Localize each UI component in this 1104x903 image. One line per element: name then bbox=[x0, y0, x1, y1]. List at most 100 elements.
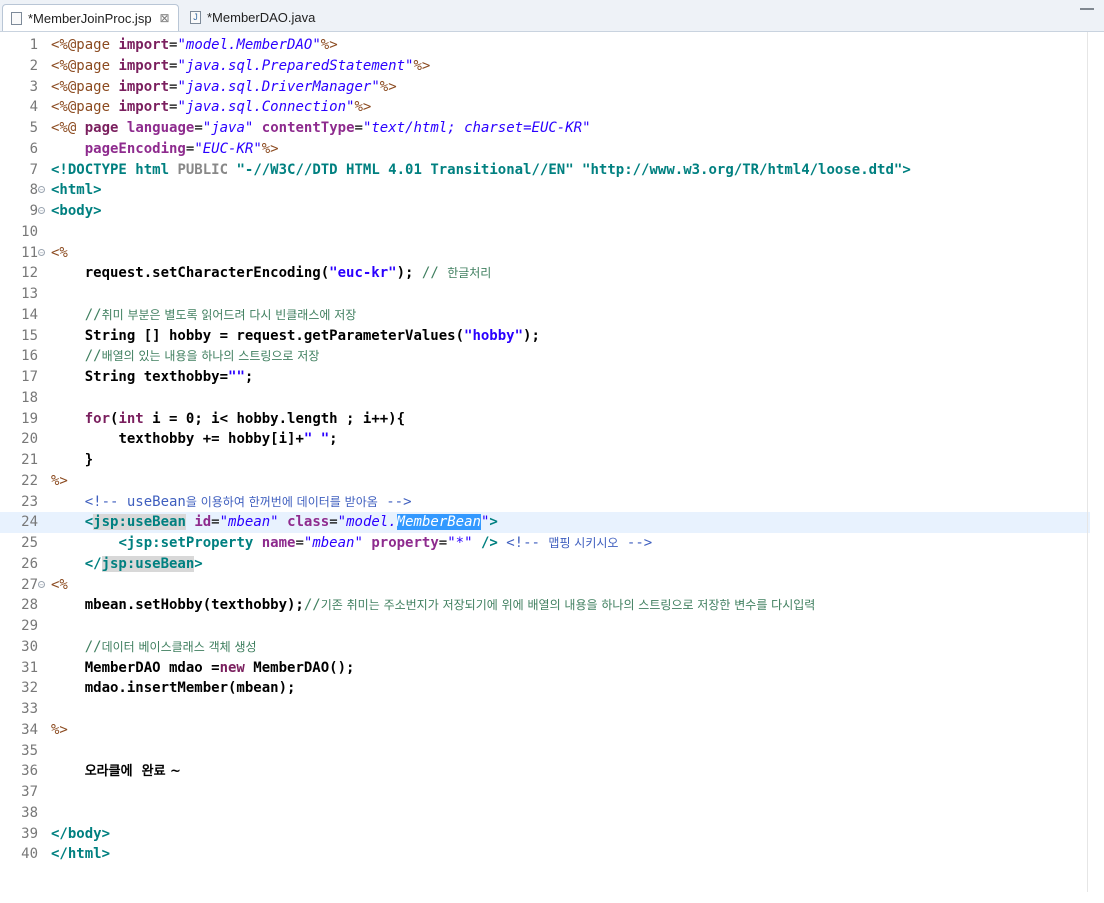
editor-tab-bar: *MemberJoinProc.jsp ⊠ J *MemberDAO.java bbox=[0, 0, 1104, 32]
code-text: <%@page import="model.MemberDAO"%> bbox=[51, 37, 338, 53]
code-line[interactable]: 21 } bbox=[0, 450, 1090, 471]
code-text: <% bbox=[51, 576, 68, 593]
code-text: //데이터 베이스클래스 객체 생성 bbox=[84, 638, 257, 655]
code-line[interactable]: 27− <% bbox=[0, 575, 1090, 596]
line-number: 13 bbox=[21, 286, 38, 302]
code-line[interactable]: 4 <%@page import="java.sql.Connection"%> bbox=[0, 97, 1090, 118]
line-number: 8 bbox=[29, 182, 38, 199]
line-number: 17 bbox=[21, 369, 38, 385]
code-line[interactable]: 8− <html> bbox=[0, 180, 1090, 201]
code-text: <jsp:setProperty name="mbean" property="… bbox=[118, 535, 653, 551]
line-number: 1 bbox=[29, 37, 38, 53]
code-line[interactable]: 36 오라클에 완료 ~ bbox=[0, 761, 1090, 782]
line-number: 38 bbox=[21, 804, 38, 821]
code-line[interactable]: 24 <jsp:useBean id="mbean" class="model.… bbox=[0, 512, 1090, 533]
line-number: 6 bbox=[29, 140, 38, 157]
line-number: 39 bbox=[21, 825, 38, 842]
close-icon[interactable]: ⊠ bbox=[160, 11, 170, 25]
line-number: 24 bbox=[21, 514, 38, 531]
code-text: <%@page import="java.sql.Connection"%> bbox=[51, 99, 372, 116]
code-line[interactable]: 34 %> bbox=[0, 720, 1090, 741]
code-line[interactable]: 1 <%@page import="model.MemberDAO"%> bbox=[0, 35, 1090, 56]
code-text: 오라클에 완료 ~ bbox=[84, 764, 181, 780]
line-number: 3 bbox=[29, 78, 38, 95]
line-number: 10 bbox=[21, 223, 38, 240]
code-line[interactable]: 40 </html> bbox=[0, 844, 1090, 865]
java-file-icon: J bbox=[190, 11, 201, 24]
code-line[interactable]: 32 mdao.insertMember(mbean); bbox=[0, 678, 1090, 699]
code-line[interactable]: 13 bbox=[0, 284, 1090, 305]
code-text: String texthobby=""; bbox=[84, 369, 254, 385]
code-line[interactable]: 23 <!-- useBean을 이용하여 한꺼번에 데이터를 받아옴 --> bbox=[0, 492, 1090, 513]
overview-ruler[interactable] bbox=[1087, 32, 1098, 892]
code-line[interactable]: 18 bbox=[0, 388, 1090, 409]
code-line[interactable]: 25 <jsp:setProperty name="mbean" propert… bbox=[0, 533, 1090, 554]
code-line[interactable]: 7 <!DOCTYPE html PUBLIC "-//W3C//DTD HTML… bbox=[0, 160, 1090, 181]
line-number: 26 bbox=[21, 555, 38, 572]
line-number: 4 bbox=[29, 99, 38, 116]
code-line[interactable]: 37 bbox=[0, 782, 1090, 803]
line-number: 25 bbox=[21, 535, 38, 551]
code-line[interactable]: 5 <%@ page language="java" contentType="t… bbox=[0, 118, 1090, 139]
code-text: <%@ page language="java" contentType="te… bbox=[51, 120, 591, 136]
code-text: </body> bbox=[51, 825, 111, 842]
code-line[interactable]: 38 bbox=[0, 803, 1090, 824]
code-line[interactable]: 39 </body> bbox=[0, 824, 1090, 845]
code-text: } bbox=[84, 452, 94, 468]
line-number: 15 bbox=[21, 327, 38, 344]
line-number: 2 bbox=[29, 57, 38, 74]
code-line[interactable]: 15 String [] hobby = request.getParamete… bbox=[0, 326, 1090, 347]
code-line[interactable]: 12 request.setCharacterEncoding("euc-kr"… bbox=[0, 263, 1090, 284]
code-line[interactable]: 9− <body> bbox=[0, 201, 1090, 222]
code-line[interactable]: 19 for(int i = 0; i< hobby.length ; i++)… bbox=[0, 409, 1090, 430]
code-line[interactable]: 33 bbox=[0, 699, 1090, 720]
line-number: 11 bbox=[21, 244, 38, 261]
tab-memberdao-java[interactable]: J *MemberDAO.java bbox=[182, 4, 323, 31]
code-text: <%@page import="java.sql.DriverManager"%… bbox=[51, 78, 397, 95]
code-line[interactable]: 16 //배열의 있는 내용을 하나의 스트링으로 저장 bbox=[0, 346, 1090, 367]
code-editor[interactable]: 1 <%@page import="model.MemberDAO"%> 2 <%@p… bbox=[0, 32, 1104, 903]
code-text: <% bbox=[51, 244, 68, 261]
code-line[interactable]: 35 bbox=[0, 741, 1090, 762]
line-number: 9 bbox=[29, 203, 38, 219]
fold-toggle-icon[interactable]: − bbox=[38, 580, 45, 588]
code-line[interactable]: 3 <%@page import="java.sql.DriverManager"… bbox=[0, 77, 1090, 98]
code-text: <body> bbox=[51, 203, 102, 219]
code-text: <%@page import="java.sql.PreparedStateme… bbox=[51, 57, 431, 74]
code-line[interactable]: 10 bbox=[0, 222, 1090, 243]
code-line[interactable]: 6 pageEncoding="EUC-KR"%> bbox=[0, 139, 1090, 160]
line-number: 23 bbox=[21, 493, 38, 510]
line-number: 33 bbox=[21, 701, 38, 717]
code-text: //취미 부분은 별도록 읽어드려 다시 빈클래스에 저장 bbox=[84, 306, 357, 323]
line-number: 22 bbox=[21, 472, 38, 489]
code-line[interactable]: 22 %> bbox=[0, 471, 1090, 492]
code-text: //배열의 있는 내용을 하나의 스트링으로 저장 bbox=[84, 348, 320, 365]
code-text: <!DOCTYPE html PUBLIC "-//W3C//DTD HTML … bbox=[51, 161, 911, 178]
line-number: 7 bbox=[29, 161, 38, 178]
line-number: 32 bbox=[21, 680, 38, 697]
code-text: %> bbox=[51, 721, 68, 738]
code-text: </html> bbox=[51, 846, 111, 863]
code-line[interactable]: 11− <% bbox=[0, 243, 1090, 264]
code-line[interactable]: 30 //데이터 베이스클래스 객체 생성 bbox=[0, 637, 1090, 658]
jsp-file-icon bbox=[11, 11, 22, 25]
line-number: 28 bbox=[21, 597, 38, 614]
line-number: 40 bbox=[21, 846, 38, 863]
code-text: texthobby += hobby[i]+" "; bbox=[118, 431, 338, 448]
tab-memberjoinproc-jsp[interactable]: *MemberJoinProc.jsp ⊠ bbox=[2, 4, 179, 31]
fold-toggle-icon[interactable]: − bbox=[38, 186, 45, 194]
minimize-icon[interactable] bbox=[1080, 8, 1094, 18]
code-line[interactable]: 28 mbean.setHobby(texthobby);//기존 취미는 주소… bbox=[0, 595, 1090, 616]
fold-toggle-icon[interactable]: − bbox=[38, 248, 45, 256]
line-number: 16 bbox=[21, 348, 38, 365]
code-line[interactable]: 31 MemberDAO mdao =new MemberDAO(); bbox=[0, 658, 1090, 679]
fold-toggle-icon[interactable]: − bbox=[38, 207, 45, 215]
code-line[interactable]: 2 <%@page import="java.sql.PreparedStatem… bbox=[0, 56, 1090, 77]
code-line[interactable]: 14 //취미 부분은 별도록 읽어드려 다시 빈클래스에 저장 bbox=[0, 305, 1090, 326]
code-line[interactable]: 17 String texthobby=""; bbox=[0, 367, 1090, 388]
code-line[interactable]: 26 </jsp:useBean> bbox=[0, 554, 1090, 575]
line-number: 36 bbox=[21, 763, 38, 780]
code-line[interactable]: 20 texthobby += hobby[i]+" "; bbox=[0, 429, 1090, 450]
code-text: mdao.insertMember(mbean); bbox=[84, 680, 296, 697]
code-line[interactable]: 29 bbox=[0, 616, 1090, 637]
